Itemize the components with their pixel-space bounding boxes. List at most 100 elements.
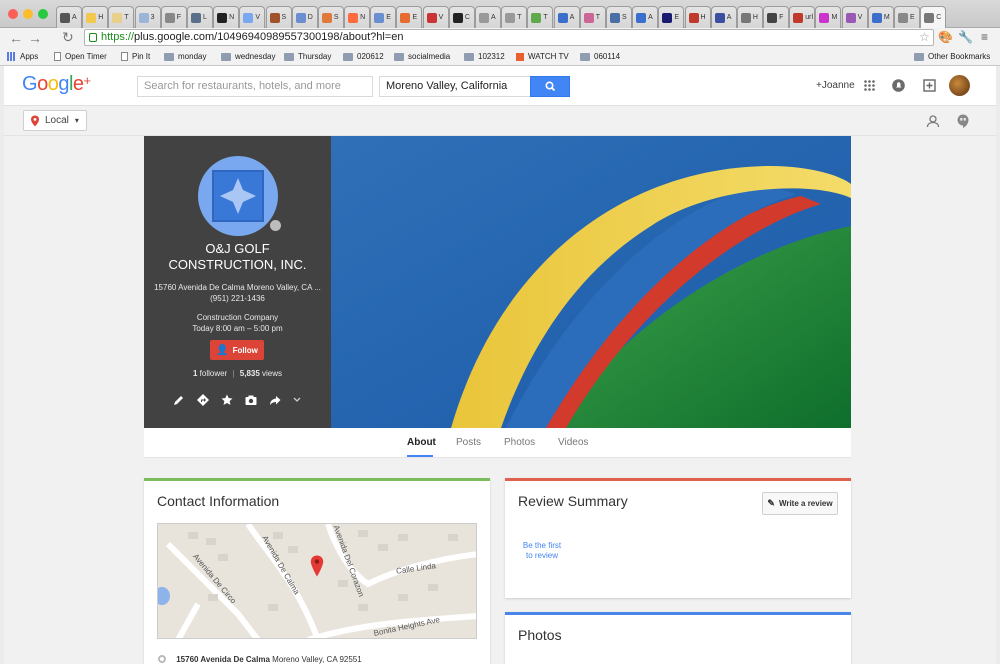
tab-videos[interactable]: Videos: [558, 437, 588, 448]
browser-tab[interactable]: A: [553, 6, 580, 28]
browser-tab[interactable]: M: [867, 6, 894, 28]
browser-tab[interactable]: D: [291, 6, 318, 28]
tab-photos[interactable]: Photos: [504, 437, 535, 448]
browser-tab[interactable]: C: [448, 6, 475, 28]
close-window-button[interactable]: [8, 9, 18, 19]
bookmark-other[interactable]: Other Bookmarks: [914, 52, 990, 61]
people-icon[interactable]: [926, 114, 940, 128]
browser-tab[interactable]: S: [605, 6, 632, 28]
browser-tab[interactable]: H: [736, 6, 763, 28]
bookmark-thursday[interactable]: Thursday: [284, 52, 331, 61]
browser-tab[interactable]: H: [684, 6, 711, 28]
share-box-icon[interactable]: [923, 79, 936, 92]
tab-posts[interactable]: Posts: [456, 437, 481, 448]
cover-photo[interactable]: [331, 136, 851, 428]
browser-tab[interactable]: V: [239, 6, 266, 28]
apps-grid-icon[interactable]: [864, 80, 875, 91]
browser-tab[interactable]: url: [789, 6, 816, 28]
bookmark-socialmedia[interactable]: socialmedia: [394, 52, 450, 61]
tab-label: A: [726, 14, 732, 21]
browser-tab[interactable]: T: [527, 6, 554, 28]
minimize-window-button[interactable]: [23, 9, 33, 19]
browser-tab[interactable]: T: [108, 6, 135, 28]
business-address[interactable]: 15760 Avenida De Calma Moreno Valley, CA…: [150, 282, 325, 293]
browser-tab[interactable]: T: [501, 6, 528, 28]
contact-address: 15760 Avenida De Calma Moreno Valley, CA…: [158, 655, 362, 664]
browser-tab[interactable]: E: [894, 6, 920, 28]
star-icon[interactable]: [220, 393, 234, 407]
browser-tab[interactable]: L: [186, 6, 213, 28]
wrench-icon[interactable]: 🔧: [958, 31, 973, 44]
bookmark-monday[interactable]: monday: [164, 52, 206, 61]
hangouts-icon[interactable]: [957, 114, 969, 128]
location-input[interactable]: Moreno Valley, California: [379, 76, 535, 97]
follow-button[interactable]: 👤 Follow: [210, 340, 264, 360]
map-marker-icon[interactable]: [310, 555, 324, 577]
browser-tab[interactable]: F: [763, 6, 790, 28]
browser-tab[interactable]: A: [56, 6, 82, 28]
local-dropdown[interactable]: Local ▾: [23, 110, 87, 131]
star-icon[interactable]: ☆: [918, 31, 931, 44]
directions-icon[interactable]: [196, 393, 210, 407]
reload-icon[interactable]: ↻: [62, 29, 74, 46]
browser-tab[interactable]: E: [396, 6, 423, 28]
browser-tab[interactable]: N: [344, 6, 371, 28]
browser-tab[interactable]: 3: [134, 6, 161, 28]
forward-icon[interactable]: →: [28, 30, 42, 46]
palette-icon[interactable]: 🎨: [938, 31, 953, 44]
browser-tab[interactable]: S: [265, 6, 292, 28]
browser-tab[interactable]: E: [658, 6, 685, 28]
browser-tab[interactable]: C: [920, 6, 947, 28]
browser-tab[interactable]: F: [160, 6, 187, 28]
share-icon[interactable]: [268, 393, 282, 407]
chevron-down-icon[interactable]: [292, 393, 302, 407]
back-icon[interactable]: ←: [9, 30, 23, 46]
browser-tab[interactable]: M: [815, 6, 842, 28]
google-plus-logo[interactable]: Google+: [22, 73, 91, 96]
folder-icon: [284, 52, 294, 61]
bookmark-020612[interactable]: 020612: [343, 52, 384, 61]
photos-title: Photos: [518, 627, 562, 643]
map[interactable]: Avenida De Circo Avenida De Calma Avenid…: [157, 523, 477, 639]
zoom-window-button[interactable]: [38, 9, 48, 19]
browser-tab[interactable]: H: [82, 6, 109, 28]
bookmark-wednesday[interactable]: wednesday: [221, 52, 275, 61]
notifications-icon[interactable]: [892, 79, 905, 92]
browser-tab[interactable]: S: [317, 6, 344, 28]
browser-tab[interactable]: N: [213, 6, 240, 28]
profile-stats: 1 follower | 5,835 views: [150, 369, 325, 378]
pencil-icon[interactable]: [172, 393, 186, 407]
be-first-link[interactable]: Be the first to review: [520, 541, 564, 561]
search-button[interactable]: [530, 76, 570, 97]
bookmark-watch-tv[interactable]: WATCH TV: [516, 52, 569, 61]
user-link[interactable]: +Joanne: [816, 80, 855, 91]
favicon-icon: [793, 12, 804, 23]
tab-label: M: [831, 14, 838, 21]
address-bar[interactable]: https://plus.google.com/1049694098955730…: [84, 29, 934, 46]
browser-tab[interactable]: E: [370, 6, 397, 28]
favicon-icon: [400, 12, 411, 23]
tab-label: T: [543, 14, 548, 21]
favicon-icon: [845, 12, 856, 23]
browser-tab[interactable]: V: [841, 6, 868, 28]
browser-tab[interactable]: A: [475, 6, 501, 28]
avatar[interactable]: [949, 75, 970, 96]
browser-tab[interactable]: T: [579, 6, 606, 28]
bookmark-apps[interactable]: Apps: [7, 52, 38, 61]
browser-tab[interactable]: A: [710, 6, 737, 28]
browser-tab[interactable]: V: [422, 6, 449, 28]
bookmark-pin-it[interactable]: Pin It: [121, 52, 150, 61]
browser-tab[interactable]: A: [632, 6, 659, 28]
bookmark-102312[interactable]: 102312: [464, 52, 505, 61]
bookmark-060114[interactable]: 060114: [580, 52, 620, 61]
bookmark-open-timer[interactable]: Open Timer: [54, 52, 107, 61]
folder-icon: [221, 52, 231, 61]
business-avatar[interactable]: [198, 156, 278, 236]
business-phone[interactable]: (951) 221-1436: [150, 293, 325, 304]
search-input[interactable]: Search for restaurants, hotels, and more: [137, 76, 373, 97]
menu-icon[interactable]: ≡: [978, 31, 991, 44]
write-review-button[interactable]: ✎ Write a review: [762, 492, 838, 515]
favicon-icon: [164, 12, 175, 23]
camera-icon[interactable]: [244, 393, 258, 407]
tab-about[interactable]: About: [407, 437, 436, 448]
